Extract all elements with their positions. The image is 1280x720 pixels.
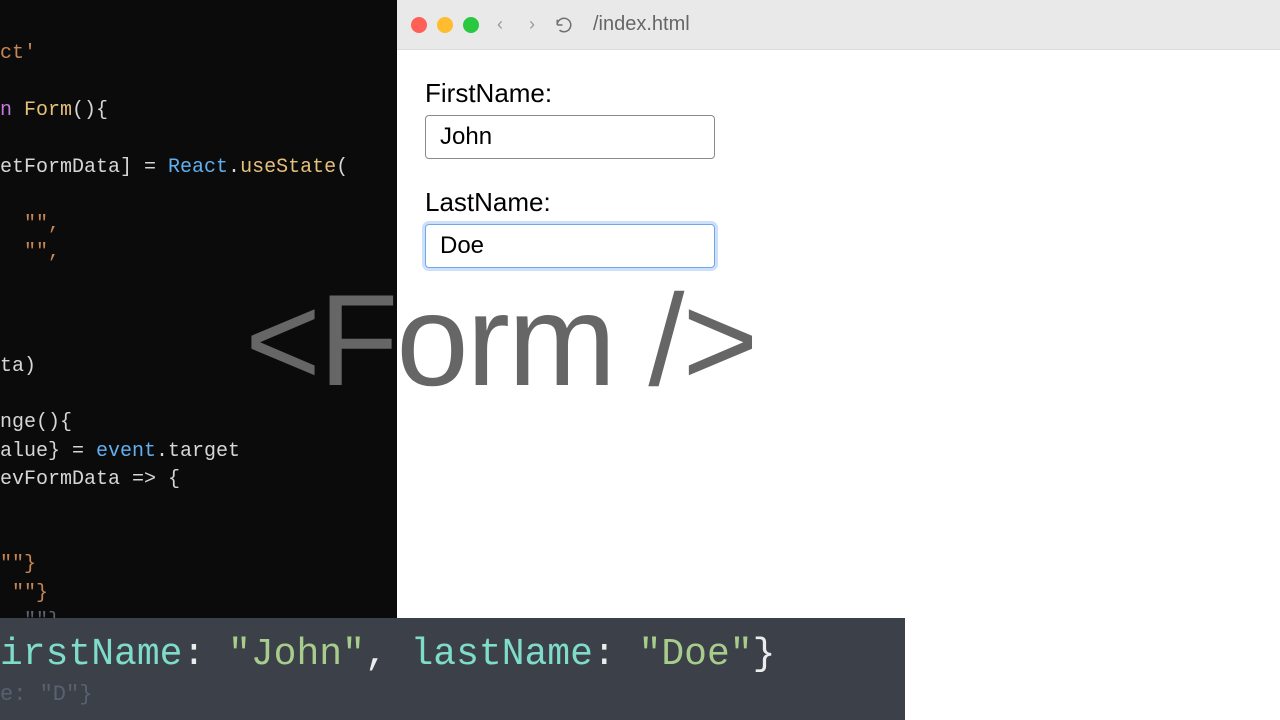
reload-button[interactable] xyxy=(553,14,575,36)
console-sep: , xyxy=(365,633,411,676)
browser-toolbar: ‹ › /index.html xyxy=(397,0,1280,50)
maximize-icon[interactable] xyxy=(463,17,479,33)
code-token: ""} xyxy=(0,553,36,576)
console-output: irstName: "John", lastName: "Doe"} e: "D"… xyxy=(0,618,905,720)
chevron-right-icon: › xyxy=(529,14,535,35)
console-sep: : xyxy=(182,633,228,676)
code-token: (){ xyxy=(72,99,108,122)
code-token: .target xyxy=(156,440,240,463)
overlay-form-tag: <Form /> xyxy=(245,265,756,415)
forward-button[interactable]: › xyxy=(521,14,543,36)
firstname-label: FirstName: xyxy=(425,78,1252,109)
lastname-label: LastName: xyxy=(425,187,1252,218)
code-token: Form xyxy=(24,99,72,122)
console-key: lastName xyxy=(410,633,592,676)
code-token: etFormData] = xyxy=(0,156,168,179)
firstname-input[interactable] xyxy=(425,115,715,159)
code-token: "", xyxy=(24,241,60,264)
code-token: . xyxy=(228,156,240,179)
code-token: React xyxy=(168,156,228,179)
code-token: evFormData => { xyxy=(0,468,180,491)
code-token: n xyxy=(0,99,24,122)
code-token: useState xyxy=(240,156,336,179)
back-button[interactable]: ‹ xyxy=(489,14,511,36)
address-bar[interactable]: /index.html xyxy=(593,13,690,36)
console-sep: : xyxy=(593,633,639,676)
chevron-left-icon: ‹ xyxy=(497,14,503,35)
code-token: "", xyxy=(24,213,60,236)
code-token: nge(){ xyxy=(0,411,72,434)
close-icon[interactable] xyxy=(411,17,427,33)
code-token: event xyxy=(96,440,156,463)
minimize-icon[interactable] xyxy=(437,17,453,33)
lastname-input[interactable] xyxy=(425,224,715,268)
window-controls xyxy=(411,17,479,33)
console-tail: } xyxy=(753,633,776,676)
page-content: FirstName: LastName: xyxy=(397,50,1280,296)
console-string: "John" xyxy=(228,633,365,676)
code-token: alue} = xyxy=(0,440,96,463)
reload-icon xyxy=(555,16,573,34)
code-token: ct' xyxy=(0,42,36,65)
code-token: ta) xyxy=(0,355,36,378)
code-token: ""} xyxy=(0,582,48,605)
code-token: ( xyxy=(336,156,348,179)
console-string: "Doe" xyxy=(639,633,753,676)
console-dim-line: e: "D"} xyxy=(0,682,905,708)
console-key: irstName xyxy=(0,633,182,676)
